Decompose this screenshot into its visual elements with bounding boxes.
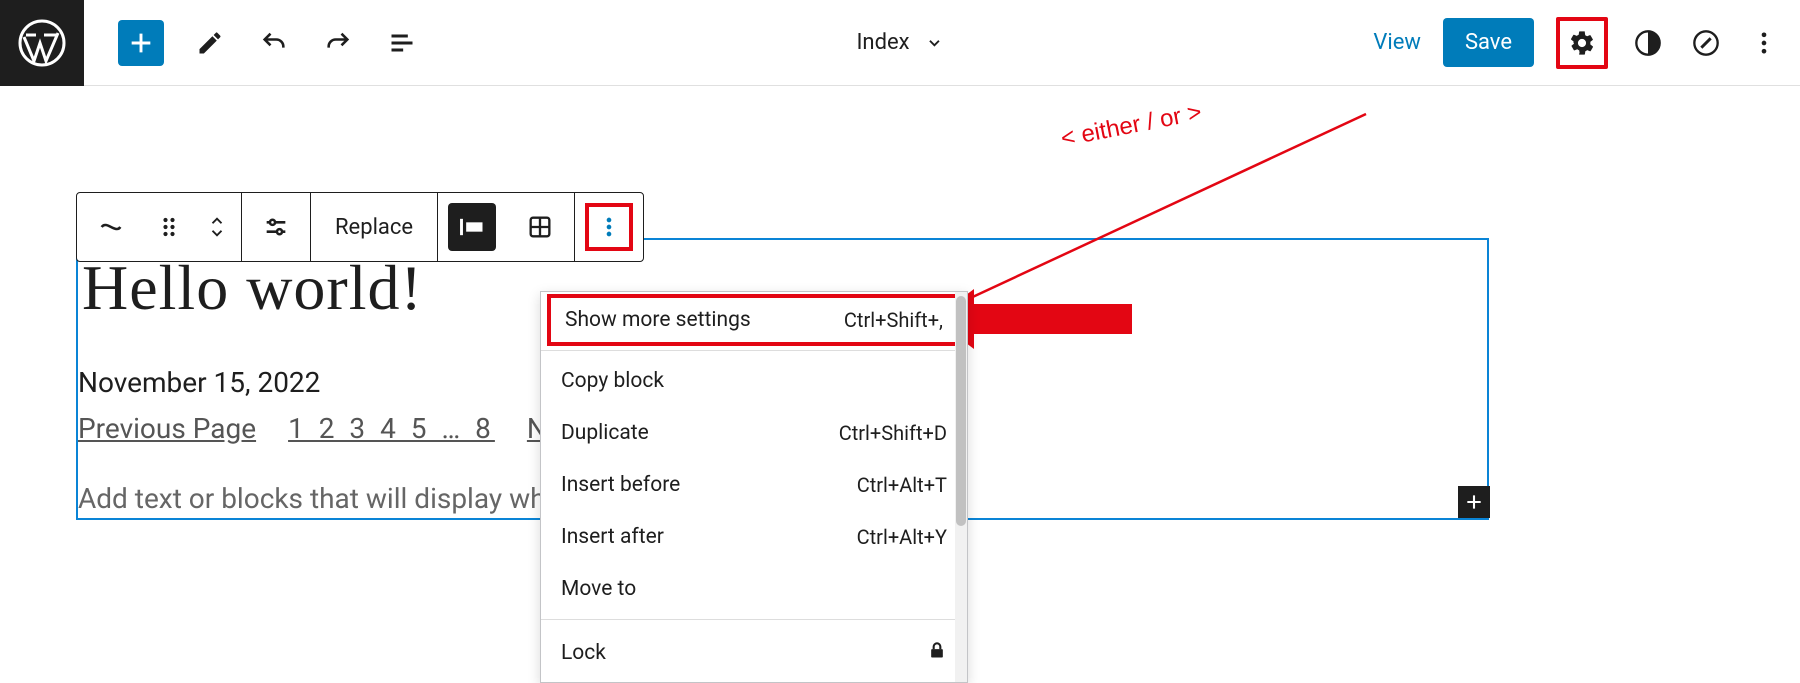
add-block-button[interactable] (118, 20, 164, 66)
settings-button-highlight (1556, 17, 1608, 69)
template-title[interactable]: Index (856, 30, 943, 55)
menu-lock[interactable]: Lock (541, 624, 967, 682)
menu-separator (541, 619, 967, 620)
content-placeholder[interactable]: Add text or blocks that will display whe… (78, 482, 576, 515)
settings-sliders-icon[interactable] (242, 193, 310, 261)
chevron-down-icon (208, 227, 226, 239)
grid-view-icon[interactable] (506, 193, 574, 261)
gear-icon (1568, 29, 1596, 57)
menu-shortcut: Ctrl+Alt+T (857, 473, 947, 497)
menu-duplicate[interactable]: Duplicate Ctrl+Shift+D (541, 407, 967, 459)
post-heading[interactable]: Hello world! (82, 251, 423, 325)
menu-label: Insert before (561, 473, 680, 497)
move-up-down[interactable] (193, 193, 241, 261)
menu-shortcut: Ctrl+Alt+Y (857, 525, 947, 549)
block-more-options[interactable] (575, 193, 643, 261)
menu-label: Move to (561, 577, 636, 601)
more-vertical-icon (595, 213, 623, 241)
chevron-up-icon (208, 215, 226, 227)
menu-show-more-settings[interactable]: Show more settings Ctrl+Shift+, (551, 298, 957, 342)
show-more-settings-highlight: Show more settings Ctrl+Shift+, (547, 294, 961, 346)
list-view-icon[interactable] (384, 25, 420, 61)
more-options-icon[interactable] (1746, 25, 1782, 61)
prev-page-link[interactable]: Previous Page (78, 412, 256, 445)
save-button[interactable]: Save (1443, 18, 1534, 67)
chevron-down-icon (926, 34, 944, 52)
lock-icon (927, 638, 947, 668)
settings-button[interactable] (1564, 25, 1600, 61)
menu-insert-after[interactable]: Insert after Ctrl+Alt+Y (541, 511, 967, 563)
menu-insert-before[interactable]: Insert before Ctrl+Alt+T (541, 459, 967, 511)
menu-label: Show more settings (565, 308, 751, 332)
dropdown-scrollbar[interactable] (955, 292, 967, 682)
navigation-icon[interactable] (1688, 25, 1724, 61)
menu-label: Duplicate (561, 421, 649, 445)
block-type-icon[interactable] (77, 193, 145, 261)
replace-button[interactable]: Replace (311, 193, 437, 261)
styles-icon[interactable] (1630, 25, 1666, 61)
menu-label: Insert after (561, 525, 664, 549)
menu-shortcut: Ctrl+Shift+D (839, 421, 947, 445)
block-more-highlight (585, 203, 633, 251)
redo-icon[interactable] (320, 25, 356, 61)
edit-icon[interactable] (192, 25, 228, 61)
menu-shortcut: Ctrl+Shift+, (844, 308, 943, 332)
block-options-dropdown: Show more settings Ctrl+Shift+, Copy blo… (540, 291, 968, 683)
undo-icon[interactable] (256, 25, 292, 61)
top-toolbar-left (118, 20, 420, 66)
block-toolbar: Replace (76, 192, 644, 262)
top-toolbar-right: View Save (1373, 17, 1782, 69)
menu-label: Copy block (561, 369, 664, 393)
wordpress-logo[interactable] (0, 0, 84, 86)
annotation-text: < either / or > (1059, 99, 1204, 154)
align-left-icon (458, 213, 486, 241)
drag-handle-icon[interactable] (145, 193, 193, 261)
add-block-inline-button[interactable] (1458, 486, 1490, 518)
menu-move-to[interactable]: Move to (541, 563, 967, 615)
page-numbers[interactable]: 1 2 3 4 5 … 8 (288, 412, 495, 445)
menu-copy-block[interactable]: Copy block (541, 355, 967, 407)
align-button[interactable] (438, 193, 506, 261)
menu-label: Lock (561, 641, 606, 665)
post-date: November 15, 2022 (78, 366, 320, 399)
menu-separator (541, 350, 967, 351)
view-button[interactable]: View (1373, 30, 1421, 55)
top-bar: Index View Save (0, 0, 1800, 86)
template-title-text: Index (856, 30, 909, 55)
